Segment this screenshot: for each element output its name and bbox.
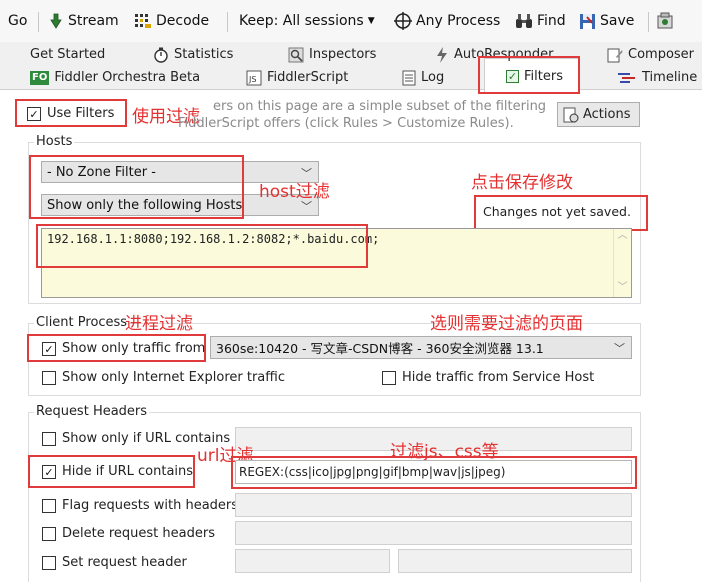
annotation-process-filter: 进程过滤 (125, 314, 193, 334)
annotation-box-hide-url (28, 455, 195, 488)
tab-label: Inspectors (309, 47, 377, 62)
tab-log[interactable]: Log (402, 67, 444, 88)
tab-label: Statistics (174, 47, 234, 62)
filters-info-line2: FiddlerScript offers (click Rules > Cust… (178, 116, 514, 131)
keep-sessions-dropdown[interactable]: Keep: All sessions ▼ (239, 11, 375, 31)
scroll-down-icon: ﹀ (617, 282, 628, 293)
crosshair-icon (394, 12, 412, 30)
toolbar-separator (38, 12, 39, 32)
actions-button[interactable]: Actions (557, 102, 640, 127)
delete-headers-label: Delete request headers (62, 526, 215, 541)
tab-label: Composer (628, 47, 695, 62)
host-list-scrollbar[interactable]: ︿ ﹀ (613, 229, 631, 297)
timeline-icon (618, 72, 635, 83)
filters-info-line1: ers on this page are a simple subset of … (213, 99, 547, 114)
keep-label: Keep: All sessions (239, 13, 364, 29)
request-headers-title: Request Headers (34, 404, 150, 419)
annotation-save-changes: 点击保存修改 (471, 173, 573, 193)
hosts-title: Hosts (34, 134, 75, 149)
screenshot-button[interactable] (656, 11, 674, 31)
camera-icon (657, 12, 673, 29)
client-process-title: Client Process (34, 315, 130, 330)
tab-get-started[interactable]: Get Started (30, 44, 105, 65)
script-icon: JS (246, 70, 262, 85)
toolbar-separator (227, 12, 228, 32)
process-select[interactable]: 360se:10420 - 写文章-CSDN博客 - 360安全浏览器 13.1… (210, 336, 632, 359)
process-select-value: 360se:10420 - 写文章-CSDN博客 - 360安全浏览器 13.1 (216, 341, 544, 356)
set-header-value-input[interactable] (398, 549, 632, 573)
annotation-box-host-selects (29, 155, 244, 219)
scroll-up-icon: ︿ (617, 230, 628, 241)
actions-label: Actions (583, 107, 631, 122)
log-icon (402, 70, 416, 85)
decode-button[interactable]: Decode (134, 11, 209, 31)
hide-service-host-label: Hide traffic from Service Host (402, 370, 595, 385)
set-header-name-input[interactable] (235, 549, 390, 573)
tab-composer[interactable]: Composer (607, 44, 694, 65)
flag-requests-checkbox[interactable] (42, 499, 56, 513)
tab-statistics[interactable]: Statistics (153, 44, 233, 65)
flag-requests-input[interactable] (235, 493, 632, 517)
binoculars-icon (516, 14, 532, 28)
stream-icon (50, 13, 62, 29)
find-label: Find (537, 13, 566, 29)
flag-requests-label: Flag requests with headers (62, 498, 239, 513)
dropdown-arrow-icon: ▼ (367, 16, 375, 26)
show-only-ie-checkbox[interactable] (42, 371, 56, 385)
go-label: Go (8, 13, 28, 29)
delete-headers-checkbox[interactable] (42, 527, 56, 541)
svg-text:JS: JS (248, 75, 256, 84)
tab-label: FiddlerScript (267, 70, 349, 85)
annotation-select-page: 选则需要过滤的页面 (430, 314, 583, 334)
tab-label: Log (421, 70, 445, 85)
tab-timeline[interactable]: Timeline (617, 67, 697, 88)
stream-label: Stream (68, 13, 119, 29)
stream-button[interactable]: Stream (48, 11, 119, 31)
any-process-button[interactable]: Any Process (394, 11, 500, 31)
decode-label: Decode (156, 13, 210, 29)
delete-headers-input[interactable] (235, 521, 632, 545)
annotation-host-filter: host过滤 (259, 182, 330, 202)
save-icon (580, 13, 595, 29)
stopwatch-icon (154, 47, 168, 63)
hide-service-host-checkbox[interactable] (382, 371, 396, 385)
any-process-label: Any Process (416, 13, 501, 29)
toolbar: Go Stream Decode Keep: All sessions ▼ An… (0, 0, 702, 42)
actions-icon (563, 107, 579, 122)
save-button[interactable]: Save (579, 11, 634, 31)
toolbar-separator (648, 12, 649, 32)
tab-fiddlerscript[interactable]: JS FiddlerScript (246, 67, 348, 88)
show-only-url-checkbox[interactable] (42, 432, 56, 446)
set-header-label: Set request header (62, 555, 187, 570)
annotation-box-hide-url-value (231, 456, 637, 489)
annotation-box-use-filters (15, 99, 127, 127)
find-button[interactable]: Find (515, 11, 566, 31)
fo-icon: FO (30, 70, 50, 85)
save-label: Save (600, 13, 635, 29)
tab-label: Timeline (642, 70, 698, 85)
set-header-checkbox[interactable] (42, 556, 56, 570)
tab-fiddler-orchestra[interactable]: FO Fiddler Orchestra Beta (30, 67, 200, 88)
show-only-ie-label: Show only Internet Explorer traffic (62, 370, 285, 385)
lightning-icon (437, 46, 447, 63)
annotation-box-traffic-from (27, 334, 206, 362)
go-button[interactable]: Go (8, 11, 27, 31)
tab-label: Get Started (30, 47, 106, 62)
annotation-box-host-list (36, 224, 368, 268)
annotation-box-filters-tab (478, 56, 580, 94)
tab-label: Fiddler Orchestra Beta (54, 70, 201, 85)
chevron-down-icon: ﹀ (614, 342, 625, 355)
composer-icon (607, 48, 623, 62)
inspectors-icon (288, 47, 304, 62)
annotation-box-changes (474, 195, 648, 231)
decode-icon (135, 14, 151, 28)
tab-inspectors[interactable]: Inspectors (288, 44, 376, 65)
